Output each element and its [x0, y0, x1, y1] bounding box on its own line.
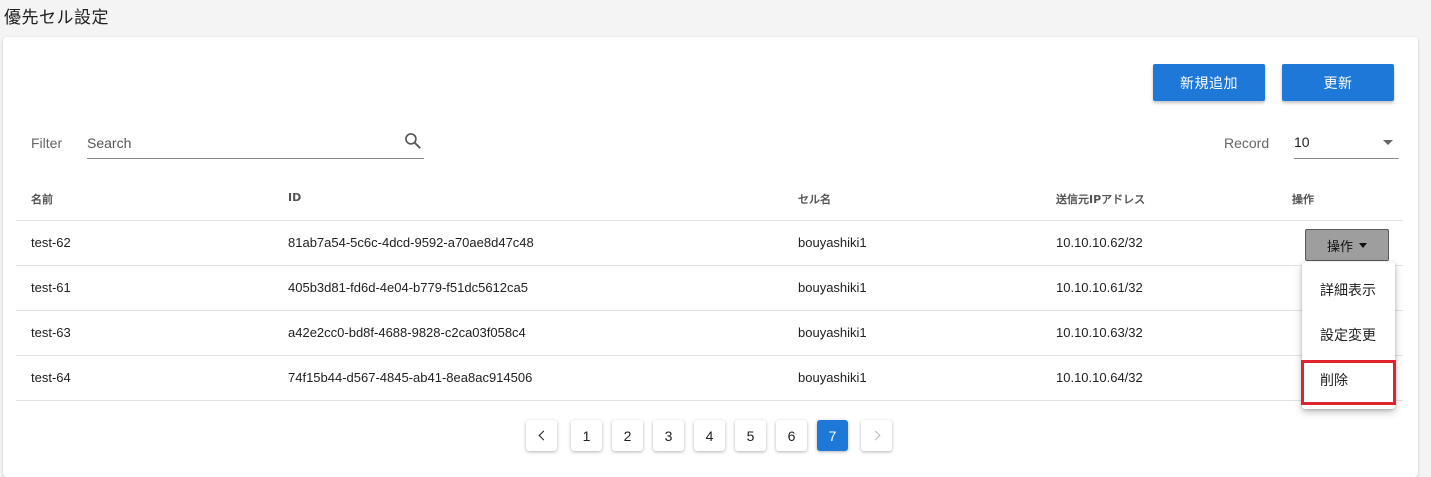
pagination-prev-button[interactable]: [526, 420, 557, 451]
column-header-cell[interactable]: セル名: [798, 191, 831, 207]
cell-id: a42e2cc0-bd8f-4688-9828-c2ca03f058c4: [288, 325, 526, 340]
cell-name: test-64: [31, 370, 71, 385]
caret-down-icon: [1359, 242, 1367, 248]
pagination-page-2[interactable]: 2: [612, 420, 643, 451]
table-row: test-62 81ab7a54-5c6c-4dcd-9592-a70ae8d4…: [16, 221, 1403, 266]
table-row: test-61 405b3d81-fd6d-4e04-b779-f51dc561…: [16, 266, 1403, 311]
cell-ip: 10.10.10.62/32: [1056, 235, 1143, 250]
chevron-left-icon: [538, 430, 548, 441]
cell-cell-name: bouyashiki1: [798, 235, 867, 250]
column-header-id[interactable]: ID: [288, 191, 301, 204]
record-select[interactable]: 10: [1294, 127, 1399, 159]
table-header: 名前 ID セル名 送信元IPアドレス 操作: [16, 175, 1403, 221]
pagination-page-5[interactable]: 5: [735, 420, 766, 451]
search-field: [87, 127, 424, 159]
cell-cell-name: bouyashiki1: [798, 370, 867, 385]
cell-cell-name: bouyashiki1: [798, 325, 867, 340]
main-card: 新規追加 更新 Filter Record 10 名前 ID セル名 送信元IP…: [3, 37, 1418, 477]
menu-item-detail[interactable]: 詳細表示: [1302, 268, 1395, 312]
pagination-page-3[interactable]: 3: [653, 420, 684, 451]
cell-ip: 10.10.10.64/32: [1056, 370, 1143, 385]
column-header-operation: 操作: [1292, 193, 1314, 206]
pagination-page-7[interactable]: 7: [817, 420, 848, 451]
pagination-page-1[interactable]: 1: [571, 420, 602, 451]
menu-item-edit[interactable]: 設定変更: [1302, 313, 1395, 357]
search-icon[interactable]: [403, 131, 423, 151]
chevron-right-icon: [870, 430, 880, 441]
record-value: 10: [1294, 134, 1310, 150]
cell-name: test-62: [31, 235, 71, 250]
pagination-next-button[interactable]: [861, 420, 892, 451]
cell-ip: 10.10.10.61/32: [1056, 280, 1143, 295]
table-row: test-63 a42e2cc0-bd8f-4688-9828-c2ca03f0…: [16, 311, 1403, 356]
filter-label: Filter: [31, 135, 63, 151]
refresh-button[interactable]: 更新: [1282, 64, 1394, 101]
table-row: test-64 74f15b44-d567-4845-ab41-8ea8ac91…: [16, 356, 1403, 401]
operation-dropdown-button[interactable]: 操作: [1305, 229, 1389, 261]
cell-id: 81ab7a54-5c6c-4dcd-9592-a70ae8d47c48: [288, 235, 534, 250]
record-label: Record: [1224, 135, 1270, 151]
menu-item-delete[interactable]: 削除: [1302, 358, 1395, 402]
column-header-ip[interactable]: 送信元IPアドレス: [1056, 191, 1145, 207]
column-header-name[interactable]: 名前: [31, 191, 53, 207]
operation-button-label: 操作: [1326, 239, 1353, 255]
cell-cell-name: bouyashiki1: [798, 280, 867, 295]
cell-name: test-61: [31, 280, 71, 295]
cell-name: test-63: [31, 325, 71, 340]
operation-menu: 詳細表示 設定変更 削除: [1301, 262, 1396, 409]
pagination-page-6[interactable]: 6: [776, 420, 807, 451]
page-title: 優先セル設定: [4, 8, 109, 28]
pagination-page-4[interactable]: 4: [694, 420, 725, 451]
add-new-button[interactable]: 新規追加: [1153, 64, 1265, 101]
cell-ip: 10.10.10.63/32: [1056, 325, 1143, 340]
caret-down-icon: [1383, 140, 1393, 145]
search-input[interactable]: [87, 132, 387, 154]
cell-id: 405b3d81-fd6d-4e04-b779-f51dc5612ca5: [288, 280, 528, 295]
cell-id: 74f15b44-d567-4845-ab41-8ea8ac914506: [288, 370, 533, 385]
